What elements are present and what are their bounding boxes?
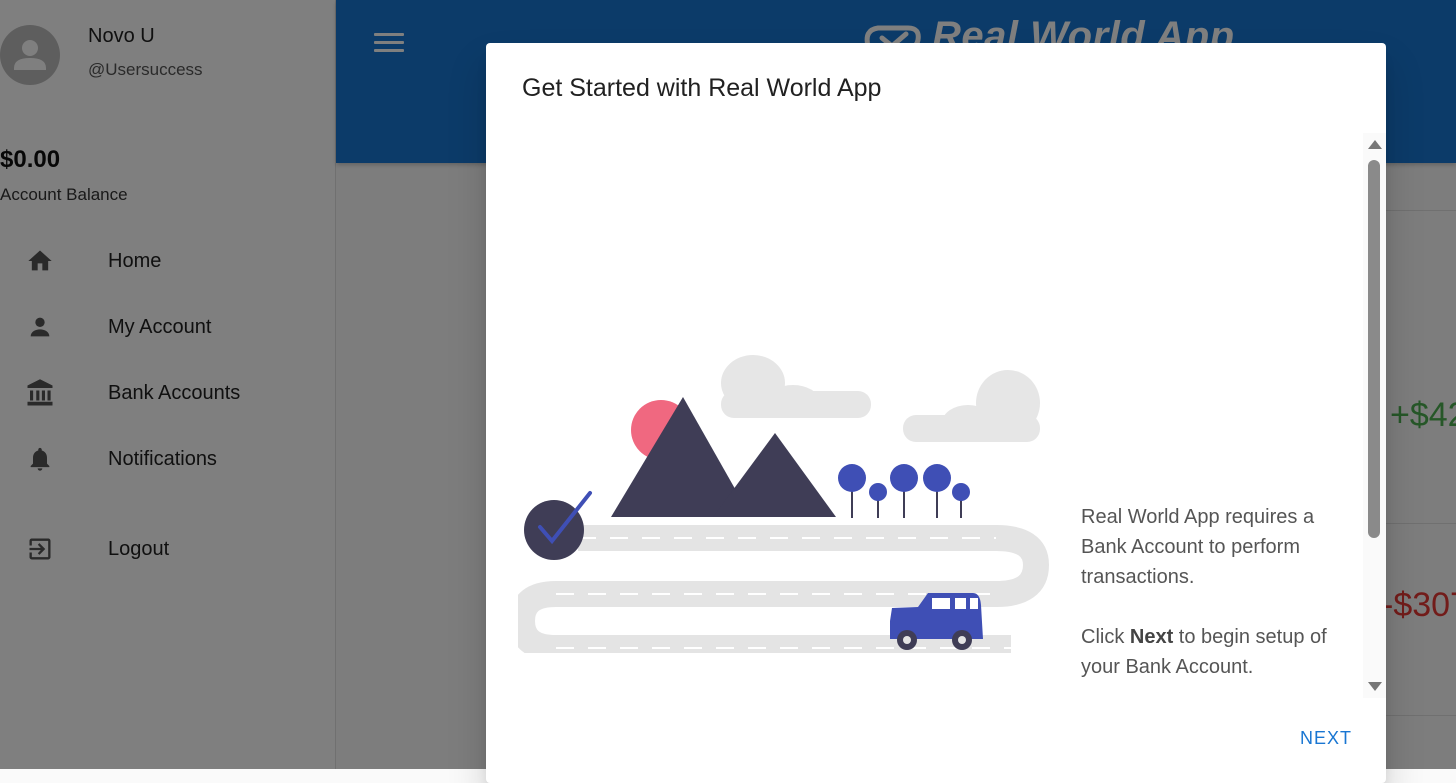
dialog-content: Real World App requires a Bank Account t…: [486, 133, 1363, 743]
dialog-description-line2: Click Next to begin setup of your Bank A…: [1081, 626, 1327, 678]
dialog-title: Get Started with Real World App: [522, 74, 882, 102]
dialog-description-line1: Real World App requires a Bank Account t…: [1081, 506, 1315, 588]
onboarding-dialog: Get Started with Real World App Real Wor…: [486, 43, 1386, 783]
scroll-thumb[interactable]: [1368, 160, 1380, 538]
road-illustration: [518, 355, 1049, 653]
scroll-down-arrow-icon[interactable]: [1368, 682, 1382, 691]
dialog-description: Real World App requires a Bank Account t…: [1081, 502, 1351, 682]
next-emphasis: Next: [1129, 626, 1174, 648]
dialog-scrollbar[interactable]: [1363, 133, 1386, 698]
scroll-up-arrow-icon[interactable]: [1368, 140, 1382, 149]
next-button[interactable]: NEXT: [1292, 724, 1360, 753]
